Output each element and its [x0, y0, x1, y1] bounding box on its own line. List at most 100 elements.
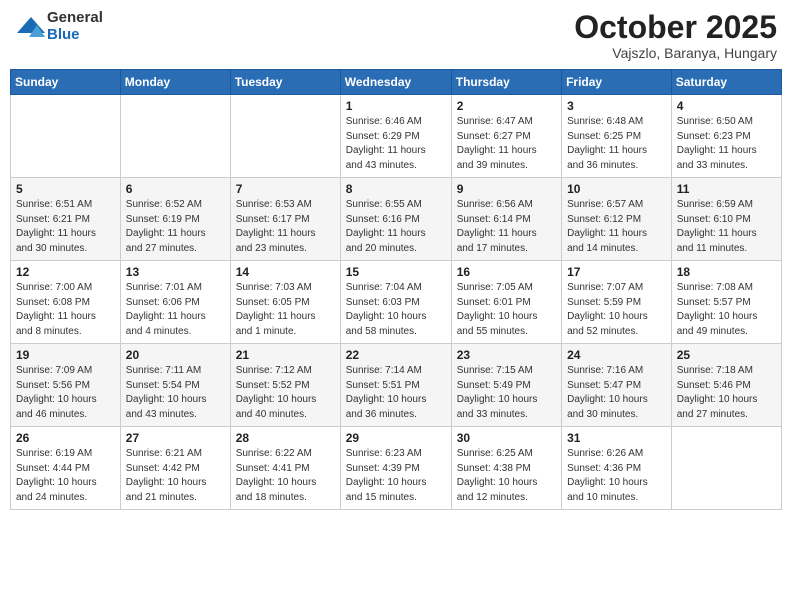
day-info: Sunrise: 6:59 AM Sunset: 6:10 PM Dayligh… [677, 198, 776, 256]
day-info: Sunrise: 7:00 AM Sunset: 6:08 PM Dayligh… [16, 281, 115, 339]
logo-general: General [47, 10, 103, 27]
day-number: 15 [346, 265, 446, 279]
calendar-week-row: 19Sunrise: 7:09 AM Sunset: 5:56 PM Dayli… [11, 344, 782, 427]
day-info: Sunrise: 7:05 AM Sunset: 6:01 PM Dayligh… [457, 281, 556, 339]
day-info: Sunrise: 6:23 AM Sunset: 4:39 PM Dayligh… [346, 447, 446, 505]
day-number: 1 [346, 99, 446, 113]
day-info: Sunrise: 7:07 AM Sunset: 5:59 PM Dayligh… [567, 281, 666, 339]
logo: General Blue [15, 10, 103, 43]
day-info: Sunrise: 6:52 AM Sunset: 6:19 PM Dayligh… [126, 198, 225, 256]
day-info: Sunrise: 6:57 AM Sunset: 6:12 PM Dayligh… [567, 198, 666, 256]
calendar-day-1: 1 Sunrise: 6:46 AM Sunset: 6:29 PM Daylig… [340, 95, 451, 178]
weekday-header-wednesday: Wednesday [340, 70, 451, 95]
weekday-header-thursday: Thursday [451, 70, 561, 95]
day-info: Sunrise: 6:53 AM Sunset: 6:17 PM Dayligh… [236, 198, 335, 256]
day-number: 7 [236, 182, 335, 196]
weekday-header-sunday: Sunday [11, 70, 121, 95]
title-block: October 2025 Vajszlo, Baranya, Hungary [574, 10, 777, 61]
day-info: Sunrise: 6:25 AM Sunset: 4:38 PM Dayligh… [457, 447, 556, 505]
empty-day-cell [120, 95, 230, 178]
calendar-week-row: 26 Sunrise: 6:19 AM Sunset: 4:44 PM Dayli… [11, 427, 782, 510]
calendar-day-29: 29 Sunrise: 6:23 AM Sunset: 4:39 PM Dayli… [340, 427, 451, 510]
calendar-day-10: 10 Sunrise: 6:57 AM Sunset: 6:12 PM Dayli… [562, 178, 672, 261]
weekday-header-tuesday: Tuesday [230, 70, 340, 95]
calendar-day-24: 24 Sunrise: 7:16 AM Sunset: 5:47 PM Dayli… [562, 344, 672, 427]
day-info: Sunrise: 6:26 AM Sunset: 4:36 PM Dayligh… [567, 447, 666, 505]
calendar-day-18: 18 Sunrise: 7:08 AM Sunset: 5:57 PM Dayli… [671, 261, 781, 344]
calendar-day-11: 11Sunrise: 6:59 AM Sunset: 6:10 PM Dayli… [671, 178, 781, 261]
day-number: 18 [677, 265, 776, 279]
calendar-day-30: 30 Sunrise: 6:25 AM Sunset: 4:38 PM Dayli… [451, 427, 561, 510]
day-number: 17 [567, 265, 666, 279]
calendar-day-16: 16 Sunrise: 7:05 AM Sunset: 6:01 PM Dayli… [451, 261, 561, 344]
calendar-week-row: 1 Sunrise: 6:46 AM Sunset: 6:29 PM Daylig… [11, 95, 782, 178]
calendar-day-17: 17 Sunrise: 7:07 AM Sunset: 5:59 PM Dayli… [562, 261, 672, 344]
day-number: 9 [457, 182, 556, 196]
day-number: 5 [16, 182, 115, 196]
day-info: Sunrise: 7:14 AM Sunset: 5:51 PM Dayligh… [346, 364, 446, 422]
day-info: Sunrise: 6:48 AM Sunset: 6:25 PM Dayligh… [567, 115, 666, 173]
day-info: Sunrise: 6:55 AM Sunset: 6:16 PM Dayligh… [346, 198, 446, 256]
day-number: 16 [457, 265, 556, 279]
day-info: Sunrise: 6:56 AM Sunset: 6:14 PM Dayligh… [457, 198, 556, 256]
day-number: 6 [126, 182, 225, 196]
day-number: 30 [457, 431, 556, 445]
calendar-day-9: 9 Sunrise: 6:56 AM Sunset: 6:14 PM Daylig… [451, 178, 561, 261]
day-info: Sunrise: 7:11 AM Sunset: 5:54 PM Dayligh… [126, 364, 225, 422]
calendar-day-5: 5Sunrise: 6:51 AM Sunset: 6:21 PM Daylig… [11, 178, 121, 261]
day-number: 19 [16, 348, 115, 362]
day-info: Sunrise: 7:03 AM Sunset: 6:05 PM Dayligh… [236, 281, 335, 339]
calendar-day-6: 6 Sunrise: 6:52 AM Sunset: 6:19 PM Daylig… [120, 178, 230, 261]
day-number: 10 [567, 182, 666, 196]
calendar-day-4: 4 Sunrise: 6:50 AM Sunset: 6:23 PM Daylig… [671, 95, 781, 178]
calendar-day-8: 8 Sunrise: 6:55 AM Sunset: 6:16 PM Daylig… [340, 178, 451, 261]
day-info: Sunrise: 6:47 AM Sunset: 6:27 PM Dayligh… [457, 115, 556, 173]
day-info: Sunrise: 6:46 AM Sunset: 6:29 PM Dayligh… [346, 115, 446, 173]
calendar-day-2: 2 Sunrise: 6:47 AM Sunset: 6:27 PM Daylig… [451, 95, 561, 178]
calendar-day-19: 19Sunrise: 7:09 AM Sunset: 5:56 PM Dayli… [11, 344, 121, 427]
logo-blue: Blue [47, 27, 103, 44]
day-number: 12 [16, 265, 115, 279]
weekday-header-saturday: Saturday [671, 70, 781, 95]
day-info: Sunrise: 6:50 AM Sunset: 6:23 PM Dayligh… [677, 115, 776, 173]
day-number: 24 [567, 348, 666, 362]
day-info: Sunrise: 7:15 AM Sunset: 5:49 PM Dayligh… [457, 364, 556, 422]
weekday-header-monday: Monday [120, 70, 230, 95]
day-number: 28 [236, 431, 335, 445]
day-info: Sunrise: 6:21 AM Sunset: 4:42 PM Dayligh… [126, 447, 225, 505]
calendar-day-25: 25Sunrise: 7:18 AM Sunset: 5:46 PM Dayli… [671, 344, 781, 427]
calendar-day-3: 3 Sunrise: 6:48 AM Sunset: 6:25 PM Daylig… [562, 95, 672, 178]
calendar-day-21: 21 Sunrise: 7:12 AM Sunset: 5:52 PM Dayli… [230, 344, 340, 427]
calendar-day-12: 12 Sunrise: 7:00 AM Sunset: 6:08 PM Dayli… [11, 261, 121, 344]
day-info: Sunrise: 7:12 AM Sunset: 5:52 PM Dayligh… [236, 364, 335, 422]
empty-day-cell [230, 95, 340, 178]
day-number: 22 [346, 348, 446, 362]
page-header: General Blue October 2025 Vajszlo, Baran… [10, 10, 782, 61]
day-number: 26 [16, 431, 115, 445]
day-info: Sunrise: 7:16 AM Sunset: 5:47 PM Dayligh… [567, 364, 666, 422]
location: Vajszlo, Baranya, Hungary [574, 45, 777, 61]
day-number: 8 [346, 182, 446, 196]
calendar-day-20: 20Sunrise: 7:11 AM Sunset: 5:54 PM Dayli… [120, 344, 230, 427]
day-number: 14 [236, 265, 335, 279]
day-info: Sunrise: 6:22 AM Sunset: 4:41 PM Dayligh… [236, 447, 335, 505]
day-info: Sunrise: 7:04 AM Sunset: 6:03 PM Dayligh… [346, 281, 446, 339]
day-number: 21 [236, 348, 335, 362]
calendar-table: SundayMondayTuesdayWednesdayThursdayFrid… [10, 69, 782, 510]
day-number: 29 [346, 431, 446, 445]
day-number: 4 [677, 99, 776, 113]
empty-day-cell [11, 95, 121, 178]
day-info: Sunrise: 7:01 AM Sunset: 6:06 PM Dayligh… [126, 281, 225, 339]
day-number: 3 [567, 99, 666, 113]
month-title: October 2025 [574, 10, 777, 45]
calendar-day-14: 14 Sunrise: 7:03 AM Sunset: 6:05 PM Dayli… [230, 261, 340, 344]
day-info: Sunrise: 7:18 AM Sunset: 5:46 PM Dayligh… [677, 364, 776, 422]
weekday-header-friday: Friday [562, 70, 672, 95]
calendar-day-22: 22 Sunrise: 7:14 AM Sunset: 5:51 PM Dayli… [340, 344, 451, 427]
day-info: Sunrise: 6:19 AM Sunset: 4:44 PM Dayligh… [16, 447, 115, 505]
day-number: 31 [567, 431, 666, 445]
calendar-day-31: 31 Sunrise: 6:26 AM Sunset: 4:36 PM Dayli… [562, 427, 672, 510]
day-info: Sunrise: 7:08 AM Sunset: 5:57 PM Dayligh… [677, 281, 776, 339]
day-number: 2 [457, 99, 556, 113]
calendar-day-13: 13Sunrise: 7:01 AM Sunset: 6:06 PM Dayli… [120, 261, 230, 344]
